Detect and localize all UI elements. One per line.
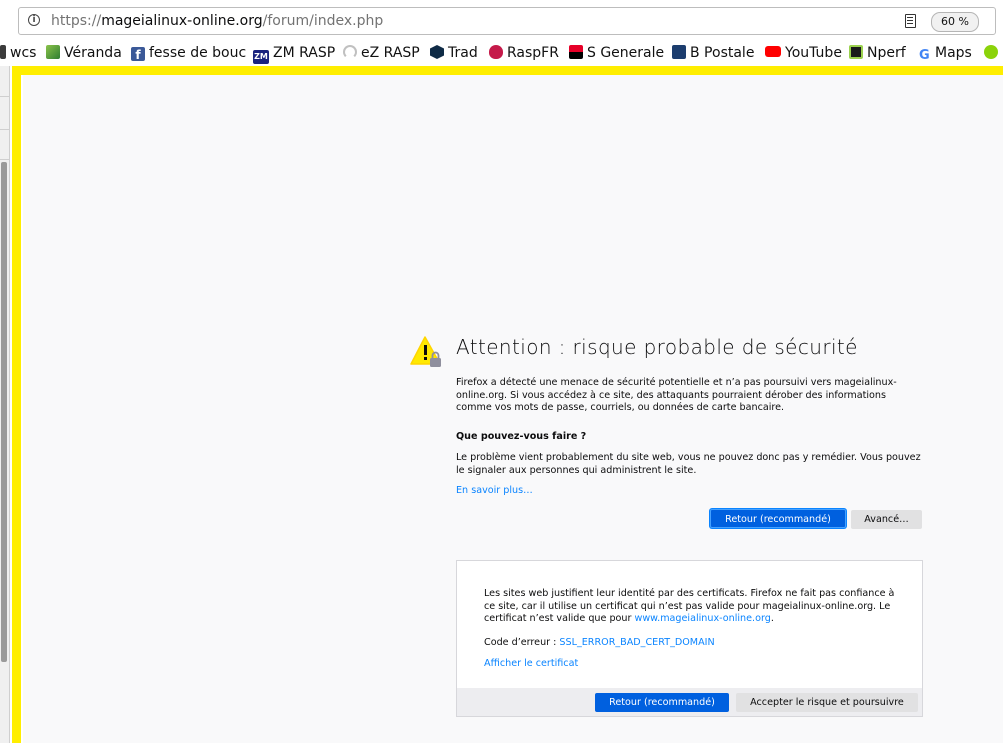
bookmark-label: Nperf [867,45,906,61]
bookmark-maps[interactable]: G Maps [919,43,972,63]
error-code-link[interactable]: SSL_ERROR_BAD_CERT_DOMAIN [559,637,714,648]
bookmark-s-generale[interactable]: S Generale [569,43,664,63]
learn-more-link[interactable]: En savoir plus… [456,485,533,496]
facebook-icon: f [131,47,145,62]
what-can-you-do-text: Le problème vient probablement du site w… [456,452,921,476]
page-title: Attention : risque probable de sécurité [456,335,858,359]
extension-icon [984,45,998,59]
sidebar-edge [0,66,10,743]
zm-logo-icon: ZM [253,50,269,64]
url-text[interactable]: https://mageialinux-online.org/forum/ind… [51,13,383,29]
document-icon [0,45,6,59]
valid-host-link[interactable]: www.mageialinux-online.org [634,613,770,624]
reader-view-icon[interactable] [905,14,916,28]
bookmark-label: Véranda [64,45,122,61]
google-icon: G [919,48,930,63]
accept-risk-button[interactable]: Accepter le risque et poursuivre [736,693,918,712]
url-prefix: https:// [51,13,102,29]
info-icon[interactable]: i [28,14,40,26]
raspberry-icon [489,45,503,59]
certificate-explanation: Les sites web justifient leur identité p… [484,588,904,626]
intro-text: Firefox a détecté une menace de sécurité… [456,377,897,413]
bank-icon [672,45,686,59]
bookmark-wcs[interactable]: wcs [0,43,36,63]
bookmark-label: eZ RASP [361,45,420,61]
error-code-line: Code d’erreur : SSL_ERROR_BAD_CERT_DOMAI… [484,637,715,648]
error-code-label: Code d’erreur : [484,637,560,648]
bookmark-raspfr[interactable]: RaspFR [489,43,559,63]
url-bar[interactable]: i https://mageialinux-online.org/forum/i… [18,7,996,35]
cert-text-after: . [770,613,774,624]
pv-logo-icon [46,45,60,59]
bookmark-trad[interactable]: Trad [430,43,478,63]
zoom-level[interactable]: 60 % [931,12,979,32]
sidebar-scrollbar[interactable] [1,162,7,662]
bookmark-veranda[interactable]: Véranda [46,43,122,63]
go-back-button-secondary[interactable]: Retour (recommandé) [595,693,729,712]
what-can-you-do-heading: Que pouvez-vous faire ? [456,431,587,442]
bookmark-facebook[interactable]: f fesse de bouc [131,43,246,63]
advanced-button[interactable]: Avancé… [851,510,922,529]
bookmark-label: Trad [448,45,478,61]
bookmarks-bar: wcs Véranda f fesse de bouc ZM ZM RASP eZ … [0,40,1003,66]
url-host: mageialinux-online.org [101,13,263,29]
go-back-button[interactable]: Retour (recommandé) [710,509,846,528]
show-certificate-link[interactable]: Afficher le certificat [484,658,578,669]
bookmark-label: wcs [10,45,37,61]
gauge-icon [343,45,357,59]
bookmark-label: fesse de bouc [149,45,247,61]
bookmark-b-postale[interactable]: B Postale [672,43,754,63]
bookmark-zm-rasp[interactable]: ZM ZM RASP [253,43,336,64]
advanced-panel-footer: Retour (recommandé) Accepter le risque e… [457,688,922,716]
deepl-icon [430,45,444,59]
bookmark-overflow[interactable] [984,43,1002,63]
bookmark-label: Maps [935,45,972,61]
bookmark-label: B Postale [690,45,755,61]
sg-logo-icon [569,45,583,59]
warning-lock-icon [410,336,441,367]
bookmark-ez-rasp[interactable]: eZ RASP [343,43,420,63]
bookmark-youtube[interactable]: YouTube [765,43,842,63]
nperf-icon [849,45,863,59]
bookmark-label: S Generale [587,45,665,61]
bookmark-label: RaspFR [507,45,559,61]
bookmark-label: YouTube [785,45,842,61]
advanced-panel: Les sites web justifient leur identité p… [456,560,923,717]
url-path: /forum/index.php [262,13,384,29]
bookmark-nperf[interactable]: Nperf [849,43,906,63]
bookmark-label: ZM RASP [273,45,336,61]
youtube-icon [765,46,781,57]
